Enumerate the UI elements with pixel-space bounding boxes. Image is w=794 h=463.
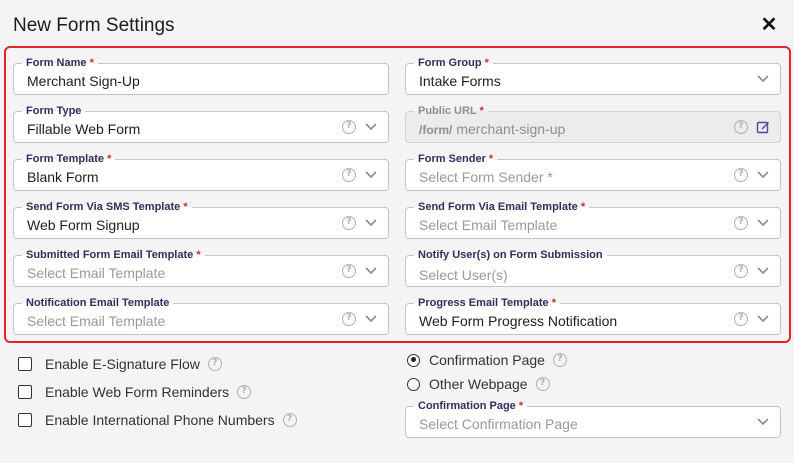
help-icon[interactable]: ? — [342, 264, 356, 278]
notification-email-placeholder: Select Email Template — [27, 313, 166, 329]
help-icon[interactable]: ? — [237, 385, 252, 399]
esignature-label: Enable E-Signature Flow — [45, 356, 200, 372]
help-icon[interactable]: ? — [552, 353, 567, 367]
help-icon[interactable]: ? — [342, 312, 356, 326]
form-group-select[interactable]: Form Group * Intake Forms — [405, 56, 781, 95]
public-url-label: Public URL * — [414, 104, 488, 118]
confirmation-page-select[interactable]: Confirmation Page * Select Confirmation … — [405, 399, 781, 438]
esignature-checkbox[interactable] — [18, 357, 32, 371]
public-url-field: Public URL * /form/merchant-sign-up ? — [405, 104, 781, 143]
reminders-label: Enable Web Form Reminders — [45, 384, 230, 400]
form-group-label: Form Group * — [414, 56, 493, 70]
radio-row-confirmation-page[interactable]: Confirmation Page ? — [407, 351, 567, 369]
email-template-select[interactable]: Send Form Via Email Template * Select Em… — [405, 200, 781, 239]
help-icon[interactable]: ? — [734, 168, 748, 182]
help-icon[interactable]: ? — [282, 413, 297, 427]
confirmation-page-radio-label: Confirmation Page — [429, 352, 545, 368]
notification-email-select[interactable]: Notification Email Template Select Email… — [13, 296, 389, 335]
submitted-email-placeholder: Select Email Template — [27, 265, 166, 281]
form-template-label: Form Template * — [22, 152, 116, 166]
form-group-value: Intake Forms — [419, 73, 501, 89]
help-icon[interactable]: ? — [342, 168, 356, 182]
notification-email-label: Notification Email Template — [22, 296, 174, 310]
sms-template-value: Web Form Signup — [27, 217, 140, 233]
form-sender-placeholder: Select Form Sender * — [419, 169, 553, 185]
help-icon[interactable]: ? — [734, 120, 748, 134]
chevron-down-icon[interactable] — [364, 169, 378, 181]
form-type-select[interactable]: Form Type Fillable Web Form ? — [13, 104, 389, 143]
help-icon[interactable]: ? — [734, 312, 748, 326]
chevron-down-icon[interactable] — [756, 73, 770, 85]
chevron-down-icon[interactable] — [756, 416, 770, 428]
form-type-label: Form Type — [22, 104, 86, 118]
email-template-label: Send Form Via Email Template * — [414, 200, 590, 214]
confirmation-page-placeholder: Select Confirmation Page — [419, 416, 578, 432]
chevron-down-icon[interactable] — [364, 265, 378, 277]
notify-users-placeholder: Select User(s) — [419, 267, 508, 283]
chevron-down-icon[interactable] — [756, 265, 770, 277]
sms-template-select[interactable]: Send Form Via SMS Template * Web Form Si… — [13, 200, 389, 239]
form-name-label: Form Name * — [22, 56, 98, 70]
form-type-value: Fillable Web Form — [27, 121, 141, 137]
chevron-down-icon[interactable] — [756, 169, 770, 181]
form-name-value: Merchant Sign-Up — [27, 73, 140, 89]
intl-phone-checkbox[interactable] — [18, 413, 32, 427]
chevron-down-icon[interactable] — [756, 313, 770, 325]
intl-phone-label: Enable International Phone Numbers — [45, 412, 275, 428]
form-template-value: Blank Form — [27, 169, 99, 185]
notify-users-label: Notify User(s) on Form Submission — [414, 248, 607, 262]
dialog-title: New Form Settings — [13, 15, 175, 36]
submitted-email-label: Submitted Form Email Template * — [22, 248, 205, 262]
progress-email-select[interactable]: Progress Email Template * Web Form Progr… — [405, 296, 781, 335]
form-sender-label: Form Sender * — [414, 152, 498, 166]
help-icon[interactable]: ? — [734, 264, 748, 278]
form-name-field[interactable]: Form Name * Merchant Sign-Up — [13, 56, 389, 95]
chevron-down-icon[interactable] — [364, 217, 378, 229]
form-template-select[interactable]: Form Template * Blank Form ? — [13, 152, 389, 191]
chevron-down-icon[interactable] — [756, 217, 770, 229]
chevron-down-icon[interactable] — [364, 313, 378, 325]
radio-row-other-webpage[interactable]: Other Webpage ? — [407, 375, 550, 393]
help-icon[interactable]: ? — [342, 216, 356, 230]
confirmation-page-radio[interactable] — [407, 353, 420, 367]
progress-email-label: Progress Email Template * — [414, 296, 560, 310]
notify-users-select[interactable]: Notify User(s) on Form Submission Select… — [405, 248, 781, 287]
other-webpage-radio-label: Other Webpage — [429, 376, 528, 392]
progress-email-value: Web Form Progress Notification — [419, 313, 618, 329]
reminders-checkbox[interactable] — [18, 385, 32, 399]
checkbox-row-reminders[interactable]: Enable Web Form Reminders ? — [18, 383, 252, 401]
confirmation-page-label: Confirmation Page * — [414, 399, 528, 413]
edit-icon[interactable] — [756, 120, 770, 134]
chevron-down-icon[interactable] — [364, 121, 378, 133]
public-url-value: /form/merchant-sign-up — [419, 121, 566, 137]
help-icon[interactable]: ? — [342, 120, 356, 134]
close-icon[interactable]: ✕ — [758, 14, 780, 36]
form-sender-select[interactable]: Form Sender * Select Form Sender * ? — [405, 152, 781, 191]
help-icon[interactable]: ? — [734, 216, 748, 230]
submitted-email-select[interactable]: Submitted Form Email Template * Select E… — [13, 248, 389, 287]
help-icon[interactable]: ? — [535, 377, 550, 391]
email-template-placeholder: Select Email Template — [419, 217, 558, 233]
checkbox-row-intl-phone[interactable]: Enable International Phone Numbers ? — [18, 411, 297, 429]
help-icon[interactable]: ? — [207, 357, 222, 371]
other-webpage-radio[interactable] — [407, 377, 420, 391]
sms-template-label: Send Form Via SMS Template * — [22, 200, 192, 214]
checkbox-row-esignature[interactable]: Enable E-Signature Flow ? — [18, 355, 222, 373]
public-url-prefix: /form/ — [419, 123, 453, 137]
